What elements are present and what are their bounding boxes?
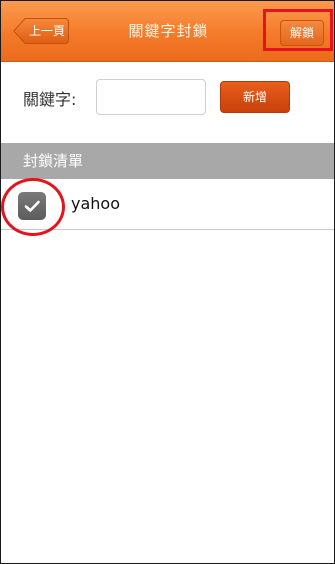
keyword-label: 關鍵字: [23,90,77,109]
navigation-bar: 上一頁 關鍵字封鎖 解鎖 [1,1,334,62]
block-list-header-label: 封鎖清單 [23,152,84,170]
list-item-label: yahoo [71,194,120,213]
checkbox-highlight-annotation [1,178,65,236]
block-list-header: 封鎖清單 [1,143,334,179]
add-button[interactable]: 新增 [220,81,290,113]
keyword-input[interactable] [96,79,206,115]
back-button-label: 上一頁 [28,24,65,38]
page-title: 關鍵字封鎖 [128,22,209,40]
phone-screen: 上一頁 關鍵字封鎖 解鎖 關鍵字: 新增 封鎖清單 yahoo [0,0,335,564]
back-button[interactable]: 上一頁 [13,18,69,44]
unlock-highlight-annotation [263,9,333,51]
